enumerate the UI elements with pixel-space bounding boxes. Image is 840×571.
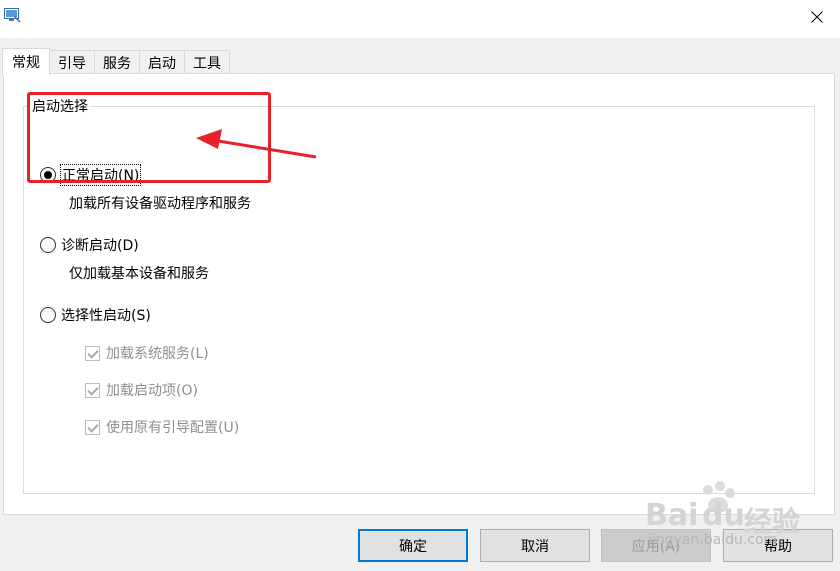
close-icon (811, 11, 823, 23)
load-startup-items-label: 加载启动项(O) (106, 383, 198, 399)
checkbox-checked-disabled (85, 419, 100, 435)
tab-general[interactable]: 常规 (2, 48, 50, 75)
tab-strip: 常规 引导 服务 启动 工具 (2, 48, 230, 75)
checkbox-checked-disabled (85, 345, 100, 361)
load-startup-items-checkbox: 加载启动项(O) (85, 380, 198, 400)
diagnostic-startup-label: 诊断启动(D) (61, 238, 139, 254)
normal-startup-description: 加载所有设备驱动程序和服务 (69, 196, 251, 212)
load-system-services-checkbox: 加载系统服务(L) (85, 343, 209, 363)
system-config-icon (4, 8, 21, 22)
radio-button[interactable] (40, 237, 56, 253)
tab-tools[interactable]: 工具 (184, 50, 230, 74)
selective-startup-label: 选择性启动(S) (61, 308, 151, 324)
checkbox-checked-disabled (85, 382, 100, 398)
title-bar (0, 0, 840, 38)
normal-startup-radio[interactable]: 正常启动(N) (40, 164, 142, 186)
close-button[interactable] (794, 0, 840, 34)
tab-startup[interactable]: 启动 (139, 50, 185, 74)
radio-button[interactable] (40, 307, 56, 323)
tab-boot[interactable]: 引导 (49, 50, 95, 74)
help-button[interactable]: 帮助 (723, 529, 833, 562)
normal-startup-label: 正常启动(N) (59, 164, 142, 186)
group-title: 启动选择 (30, 96, 90, 116)
radio-button-selected[interactable] (40, 167, 56, 183)
load-system-services-label: 加载系统服务(L) (106, 346, 209, 362)
use-original-boot-config-checkbox: 使用原有引导配置(U) (85, 417, 239, 437)
use-original-boot-config-label: 使用原有引导配置(U) (106, 420, 240, 436)
tab-services[interactable]: 服务 (94, 50, 140, 74)
selective-startup-radio[interactable]: 选择性启动(S) (40, 305, 151, 325)
diagnostic-startup-radio[interactable]: 诊断启动(D) (40, 235, 139, 255)
diagnostic-startup-description: 仅加载基本设备和服务 (69, 266, 209, 282)
ok-button[interactable]: 确定 (358, 529, 468, 562)
dialog-client-area: 常规 引导 服务 启动 工具 启动选择 正常启动(N) 加载所有设备驱动程序和服… (0, 38, 840, 571)
tab-panel-general: 启动选择 正常启动(N) 加载所有设备驱动程序和服务 诊断启动(D) 仅加载基本… (3, 73, 835, 515)
cancel-button[interactable]: 取消 (480, 529, 590, 562)
apply-button: 应用(A) (601, 529, 711, 562)
